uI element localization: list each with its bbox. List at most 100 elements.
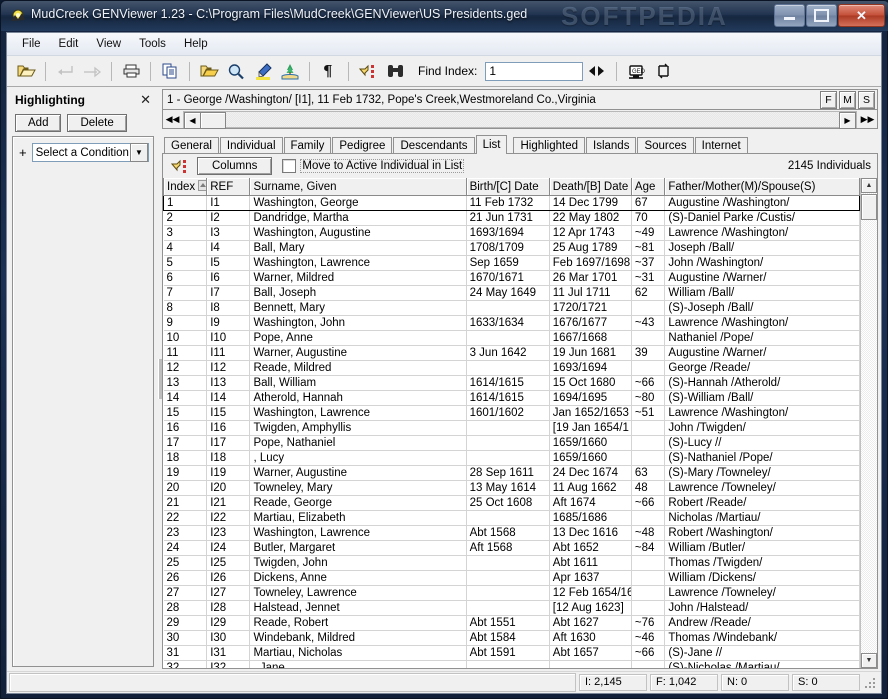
tab-list[interactable]: List — [475, 135, 508, 154]
table-row[interactable]: 8 I8 Bennett, Mary 1720/1721 (S)-Joseph /Bal… — [163, 300, 860, 316]
table-row[interactable]: 20 I20 Towneley, Mary 13 May 1614 11 Aug 166… — [163, 480, 860, 496]
close-button[interactable]: ✕ — [838, 4, 885, 27]
table-row[interactable]: 18 I18, Lucy 1659/1660 (S)-Nathaniel /Pope/ — [163, 450, 860, 466]
tab-pedigree[interactable]: Pedigree — [332, 137, 393, 153]
refresh-icon[interactable] — [650, 59, 676, 83]
table-row[interactable]: 27 I27 Towneley, Lawrence 12 Feb 1654/16 Law… — [163, 585, 860, 601]
col-header-name[interactable]: Surname, Given — [249, 178, 467, 196]
table-row[interactable]: 31 I31 Martiau, Nicholas Abt 1591 Abt 1657 ~6… — [163, 645, 860, 661]
nav-first-icon[interactable]: ◀◀ — [164, 111, 181, 128]
table-row[interactable]: 21 I21 Reade, George 25 Oct 1608 Aft 1674 ~66… — [163, 495, 860, 511]
table-row[interactable]: 9 I9 Washington, John 1633/1634 1676/1677 ~43… — [163, 315, 860, 331]
table-row[interactable]: 24 I24 Butler, Margaret Aft 1568 Abt 1652 ~84… — [163, 540, 860, 556]
open-file-icon[interactable] — [196, 59, 222, 83]
tab-sources[interactable]: Sources — [637, 137, 694, 153]
col-header-ref[interactable]: REF — [206, 178, 251, 196]
print-icon[interactable] — [118, 59, 144, 83]
copy-icon[interactable] — [157, 59, 183, 83]
filter-m-button[interactable]: M — [839, 90, 856, 109]
pilcrow-icon[interactable]: ¶ — [316, 59, 342, 83]
menu-edit[interactable]: Edit — [50, 35, 88, 53]
table-row[interactable]: 19 I19 Warner, Augustine 28 Sep 1611 24 Dec … — [163, 465, 860, 481]
tab-general[interactable]: General — [164, 137, 219, 153]
tab-family[interactable]: Family — [283, 137, 332, 153]
col-header-birth[interactable]: Birth/[C] Date — [466, 178, 550, 196]
vscroll-down-button[interactable]: ▼ — [861, 653, 877, 668]
island-icon[interactable] — [277, 59, 303, 83]
maximize-button[interactable] — [806, 4, 837, 27]
gedcom-icon[interactable]: GED — [623, 59, 649, 83]
table-row[interactable]: 30 I30 Windebank, Mildred Abt 1584 Aft 1630 ~… — [163, 630, 860, 646]
columns-button[interactable]: Columns — [197, 157, 273, 175]
tab-individual[interactable]: Individual — [219, 137, 283, 153]
fms-buttons: F M S — [820, 90, 877, 109]
cell-index: 22 — [163, 510, 208, 526]
table-row[interactable]: 28 I28 Halstead, Jennet [12 Aug 1623] John /… — [163, 600, 860, 616]
table-row[interactable]: 11 I11 Warner, Augustine 3 Jun 1642 19 Jun 1… — [163, 345, 860, 361]
tab-highlighted[interactable]: Highlighted — [513, 137, 586, 153]
menu-help[interactable]: Help — [175, 35, 217, 53]
table-row[interactable]: 13 I13 Ball, William 1614/1615 15 Oct 1680 ~6… — [163, 375, 860, 391]
hscroll-left-button[interactable]: ◀ — [184, 111, 201, 129]
find-index-input[interactable] — [485, 61, 584, 81]
table-row[interactable]: 10 I10 Pope, Anne 1667/1668 Nathaniel /Pope/ — [163, 330, 860, 346]
add-button[interactable]: Add — [15, 114, 62, 132]
expand-plus-icon[interactable]: + — [17, 145, 27, 160]
chevron-down-icon[interactable]: ▼ — [130, 143, 148, 162]
filter-f-button[interactable]: F — [820, 90, 837, 109]
vscroll-up-button[interactable]: ▲ — [861, 178, 877, 193]
binoculars-icon[interactable] — [382, 59, 408, 83]
table-row[interactable]: 1 I1 Washington, George 11 Feb 1732 14 Dec 1… — [163, 195, 860, 211]
table-row[interactable]: 5 I5 Washington, Lawrence Sep 1659 Feb 1697/… — [163, 255, 860, 271]
table-row[interactable]: 29 I29 Reade, Robert Abt 1551 Abt 1627 ~76 And… — [163, 615, 860, 631]
pointer-list-icon[interactable] — [355, 59, 381, 83]
table-row[interactable]: 22 I22 Martiau, Elizabeth 1685/1686 Nicholas… — [163, 510, 860, 526]
filter-s-button[interactable]: S — [858, 90, 875, 109]
col-header-parent[interactable]: Father/Mother(M)/Spouse(S) — [664, 178, 860, 196]
table-row[interactable]: 3 I3 Washington, Augustine 1693/1694 12 Apr … — [163, 225, 860, 241]
table-row[interactable]: 32 I32, Jane (S)-Nicholas /Martiau/ — [163, 660, 860, 668]
move-to-active-checkbox-group[interactable]: Move to Active Individual in List — [282, 159, 465, 173]
menu-view[interactable]: View — [87, 35, 130, 53]
find-prev-next-icon[interactable] — [584, 59, 610, 83]
table-row[interactable]: 17 I17 Pope, Nathaniel 1659/1660 (S)-Lucy // — [163, 435, 860, 451]
table-row[interactable]: 4 I4 Ball, Mary 1708/1709 25 Aug 1789 ~81 Jose… — [163, 240, 860, 256]
menu-tools[interactable]: Tools — [130, 35, 175, 53]
cell-age: ~31 — [631, 270, 666, 286]
table-row[interactable]: 12 I12 Reade, Mildred 1693/1694 George /Read… — [163, 360, 860, 376]
tab-descendants[interactable]: Descendants — [393, 137, 475, 153]
table-row[interactable]: 7 I7 Ball, Joseph 24 May 1649 11 Jul 1711 62 W… — [163, 285, 860, 301]
move-to-active-checkbox[interactable] — [282, 159, 297, 173]
table-row[interactable]: 25 I25 Twigden, John Abt 1611 Thomas /Twigde… — [163, 555, 860, 571]
condition-select[interactable]: Select a Condition ▼ — [31, 143, 149, 162]
list-grid[interactable]: Index REF Surname, Given Birth/[C] Date … — [163, 178, 860, 668]
table-row[interactable]: 15 I15 Washington, Lawrence 1601/1602 Jan 16… — [163, 405, 860, 421]
menu-file[interactable]: File — [13, 35, 50, 53]
cell-name: Warner, Augustine — [249, 465, 467, 481]
hscroll-thumb[interactable] — [200, 111, 226, 129]
table-row[interactable]: 23 I23 Washington, Lawrence Abt 1568 13 Dec … — [163, 525, 860, 541]
table-row[interactable]: 26 I26 Dickens, Anne Apr 1637 William /Dicke… — [163, 570, 860, 586]
pointer-list-icon[interactable] — [167, 154, 193, 178]
hscroll-right-button[interactable]: ▶ — [839, 111, 856, 129]
tab-internet[interactable]: Internet — [694, 137, 748, 153]
delete-button[interactable]: Delete — [67, 114, 127, 132]
close-icon[interactable]: ✕ — [138, 92, 153, 108]
nav-last-icon[interactable]: ▶▶ — [859, 111, 876, 128]
col-header-death[interactable]: Death/[B] Date — [549, 178, 632, 196]
table-row[interactable]: 6 I6 Warner, Mildred 1670/1671 26 Mar 1701 ~3… — [163, 270, 860, 286]
col-header-index[interactable]: Index — [163, 178, 208, 196]
open-folder-icon[interactable] — [13, 59, 39, 83]
table-row[interactable]: 2 I2 Dandridge, Martha 21 Jun 1731 22 May 18… — [163, 210, 860, 226]
resize-grip-icon[interactable] — [863, 676, 877, 690]
tab-islands[interactable]: Islands — [586, 137, 637, 153]
table-row[interactable]: 16 I16 Twigden, Amphyllis [19 Jan 1654/1 Joh… — [163, 420, 860, 436]
col-header-age[interactable]: Age — [631, 178, 666, 196]
grid-vscrollbar[interactable]: ▲ ▼ — [860, 178, 877, 668]
individual-hscrollbar[interactable]: ◀ ▶ — [183, 110, 857, 129]
minimize-button[interactable] — [774, 4, 805, 27]
search-magnifier-icon[interactable] — [223, 59, 249, 83]
vscroll-thumb[interactable] — [861, 194, 877, 220]
highlight-pen-icon[interactable] — [250, 59, 276, 83]
table-row[interactable]: 14 I14 Atherold, Hannah 1614/1615 1694/1695 ~… — [163, 390, 860, 406]
